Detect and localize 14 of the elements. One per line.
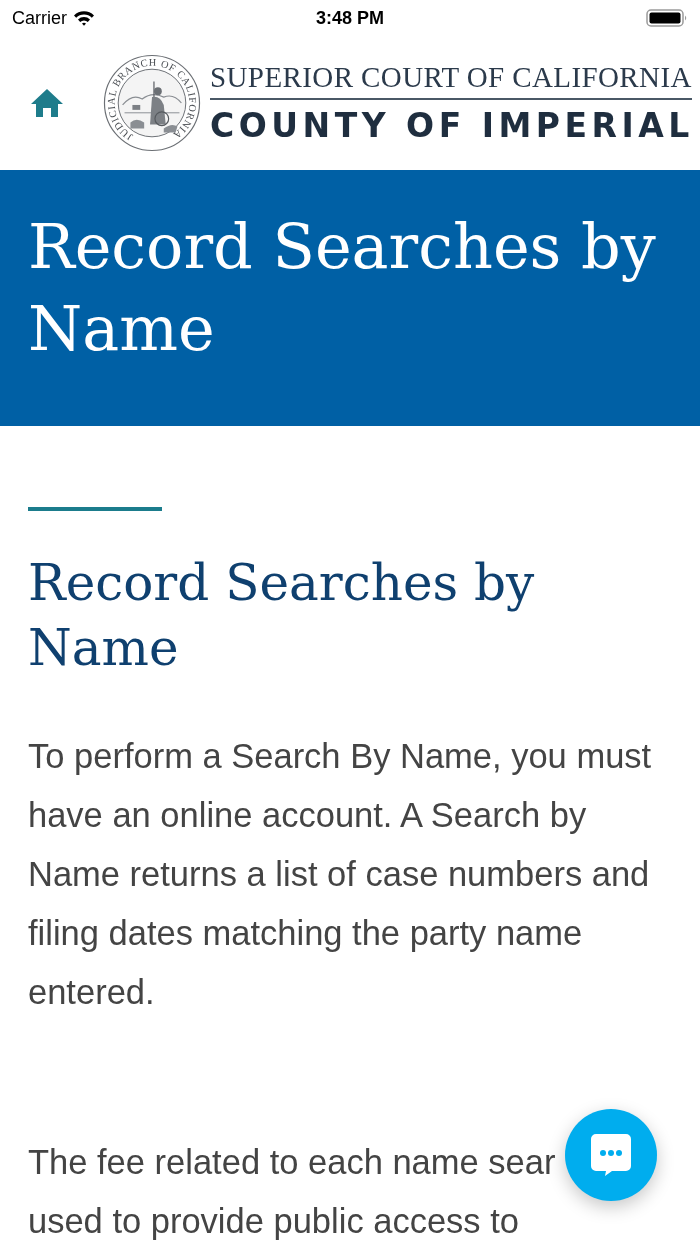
county-name: COUNTY OF IMPERIAL	[210, 107, 694, 145]
banner-title: Record Searches by Name	[28, 209, 657, 367]
paragraph-text: The fee related to each name sear	[28, 1142, 556, 1183]
wifi-icon	[73, 10, 95, 26]
battery-icon	[646, 8, 688, 28]
paragraph-text: used to provide public access to	[28, 1201, 519, 1242]
home-icon	[30, 88, 64, 118]
article-heading: Record Searches by Name	[28, 553, 536, 679]
paragraph-text: To perform a Search By Name, you must have an online account. A Search by Name returns a list of case numbers and filing dates matching the party name entered.	[28, 736, 653, 1013]
court-name: SUPERIOR COURT OF CALIFORNIA	[210, 61, 693, 93]
chat-bubble-icon	[590, 1133, 632, 1177]
clock-time: 3:48 PM	[316, 7, 384, 29]
carrier-name: Carrier	[12, 7, 67, 29]
chat-button[interactable]	[565, 1109, 657, 1201]
